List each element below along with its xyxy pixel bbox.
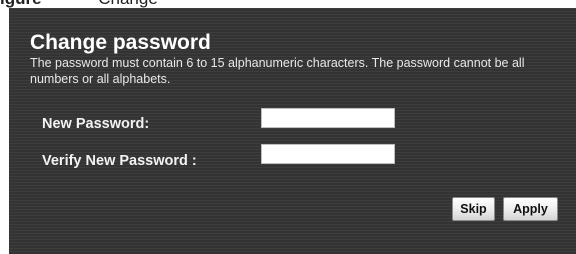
figure-caption: igure Change: [0, 0, 576, 8]
change-password-panel: Change password The password must contai…: [9, 8, 576, 254]
figure-caption-text: igure Change: [0, 0, 158, 8]
verify-new-password-label: Verify New Password :: [42, 153, 197, 169]
new-password-label: New Password:: [42, 116, 150, 132]
figure-caption-title: Change: [98, 0, 158, 8]
new-password-input[interactable]: [261, 108, 395, 128]
figure-caption-label: igure: [0, 0, 42, 8]
apply-button[interactable]: Apply: [503, 197, 558, 221]
panel-title: Change password: [30, 31, 211, 54]
skip-button[interactable]: Skip: [452, 197, 495, 221]
password-rules-description: The password must contain 6 to 15 alphan…: [30, 56, 525, 86]
verify-new-password-input[interactable]: [261, 144, 395, 164]
